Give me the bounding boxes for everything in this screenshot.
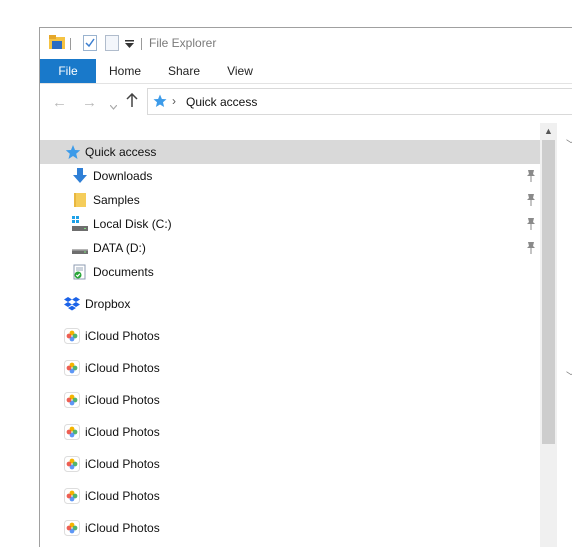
window-title: File Explorer [149,36,217,50]
nav-item-icloud-photos[interactable]: iCloud Photos [40,516,540,540]
nav-item-icloud-photos[interactable]: iCloud Photos [40,452,540,476]
nav-label: Dropbox [85,297,131,311]
nav-item-documents[interactable]: Documents [40,260,540,284]
nav-label: Samples [93,193,140,207]
dropbox-icon [64,296,80,312]
quick-access-star-icon [153,94,167,111]
windows-drive-icon [72,216,88,232]
icloud-photos-icon [64,424,80,440]
nav-item-icloud-photos[interactable]: iCloud Photos [40,388,540,412]
scroll-thumb[interactable] [542,140,555,444]
nav-item-icloud-photos[interactable]: iCloud Photos [40,324,540,348]
title-bar: File Explorer [40,28,572,59]
nav-label: iCloud Photos [85,457,160,471]
download-arrow-icon [72,168,88,184]
nav-item-icloud-photos[interactable]: iCloud Photos [40,420,540,444]
navigation-pane: Quick access Downloads Samples Local Dis… [40,123,540,547]
icloud-photos-icon [64,456,80,472]
nav-item-icloud-photos[interactable]: iCloud Photos [40,484,540,508]
drive-icon [72,240,88,256]
breadcrumb-quick-access[interactable]: Quick access [186,95,257,109]
nav-label: Downloads [93,169,153,183]
nav-item-data-d[interactable]: DATA (D:) [40,236,540,260]
nav-label: Documents [93,265,154,279]
nav-label: iCloud Photos [85,521,160,535]
nav-label: iCloud Photos [85,393,160,407]
title-separator [70,38,71,50]
pin-icon [526,218,536,230]
breadcrumb-chevron[interactable]: › [172,94,176,108]
properties-icon[interactable] [83,35,97,54]
up-arrow-icon[interactable] [126,92,138,111]
pin-icon [526,170,536,182]
tab-share[interactable]: Share [160,59,208,83]
nav-label: iCloud Photos [85,361,160,375]
icloud-photos-icon [64,392,80,408]
nav-item-icloud-photos[interactable]: iCloud Photos [40,356,540,380]
icloud-photos-icon [64,328,80,344]
address-row: ← → › Quick access [40,84,572,122]
nav-item-downloads[interactable]: Downloads [40,164,540,188]
tab-view[interactable]: View [218,59,262,83]
folder-icon [72,192,88,208]
nav-label: Quick access [85,145,157,159]
forward-arrow-icon[interactable]: → [82,95,97,111]
nav-label: Local Disk (C:) [93,217,172,231]
nav-item-dropbox[interactable]: Dropbox [40,292,540,316]
scroll-up-arrow-icon[interactable]: ▲ [540,123,557,140]
nav-label: iCloud Photos [85,425,160,439]
customize-dropdown-icon[interactable] [125,38,134,52]
nav-pane-scrollbar[interactable]: ▲ [540,123,557,547]
file-explorer-window: File Explorer File Home Share View ← → ›… [39,27,572,547]
new-folder-icon[interactable] [105,35,119,54]
nav-label: iCloud Photos [85,329,160,343]
icloud-photos-icon [64,360,80,376]
expand-chevron-icon[interactable]: ﹀ [566,136,572,151]
title-separator-2 [141,38,142,50]
nav-item-quick-access[interactable]: Quick access [40,140,540,164]
pin-icon [526,194,536,206]
ribbon-tabs: File Home Share View [40,59,572,84]
address-bar[interactable]: › Quick access [147,88,572,115]
nav-label: DATA (D:) [93,241,146,255]
nav-label: iCloud Photos [85,489,160,503]
recent-locations-chevron-icon[interactable] [109,98,118,114]
star-icon [65,144,81,160]
tab-file[interactable]: File [40,59,96,83]
icloud-photos-icon [64,520,80,536]
icloud-photos-icon [64,488,80,504]
expand-chevron-icon[interactable]: ﹀ [566,368,572,383]
file-explorer-folder-icon[interactable] [49,35,65,53]
nav-item-samples[interactable]: Samples [40,188,540,212]
back-arrow-icon[interactable]: ← [52,95,67,111]
nav-item-local-disk-c[interactable]: Local Disk (C:) [40,212,540,236]
pin-icon [526,242,536,254]
documents-icon [72,264,88,280]
tab-home[interactable]: Home [100,59,150,83]
